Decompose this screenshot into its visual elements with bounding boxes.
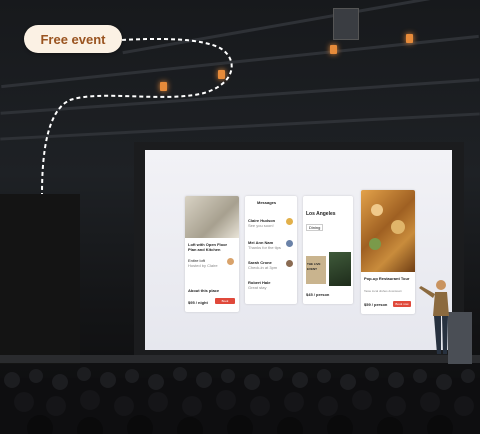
event-photo: Loft with Open Floor Plan and Kitchen En… [0,0,480,434]
free-event-badge: Free event [24,25,122,53]
dashed-connector [41,37,233,195]
